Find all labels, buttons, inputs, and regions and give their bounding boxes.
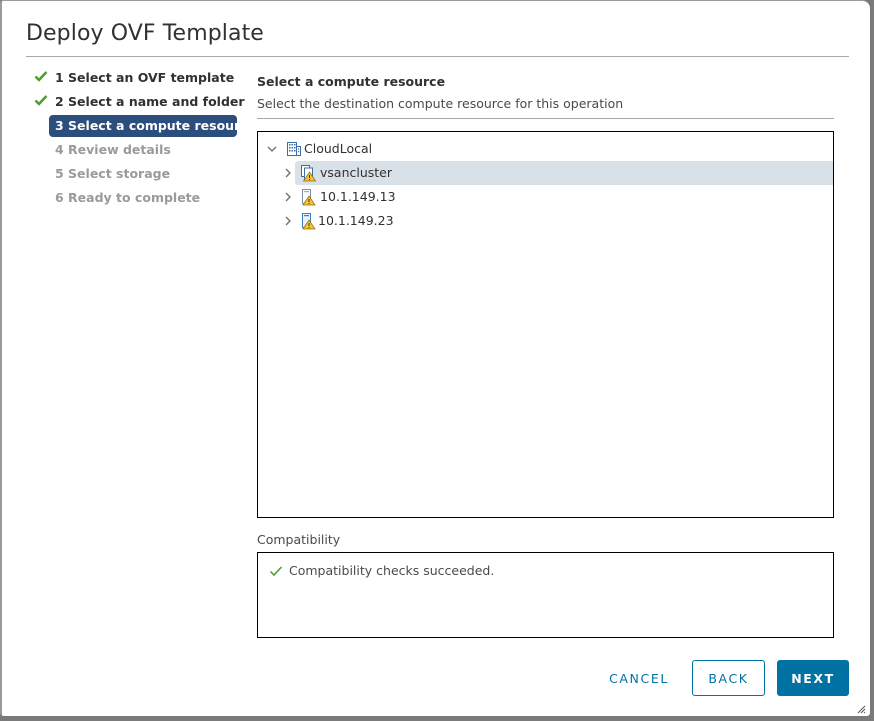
chevron-right-icon[interactable] [283,216,293,226]
dialog-title: Deploy OVF Template [26,21,264,46]
chevron-right-icon[interactable] [283,192,293,202]
tree-node-label: vsancluster [320,165,393,180]
step-label: 6 Ready to complete [55,190,201,205]
checkmark-icon [34,95,48,106]
step-label: 1 Select an OVF template [55,70,235,85]
step-label: 4 Review details [55,142,171,157]
step-2[interactable]: 2 Select a name and folder [30,91,245,113]
compatibility-label: Compatibility [257,532,341,547]
step-1[interactable]: 1 Select an OVF template [30,67,240,89]
cancel-button[interactable]: CANCEL [598,660,680,696]
back-button[interactable]: BACK [692,660,765,696]
title-divider [26,56,849,57]
deploy-ovf-dialog: Deploy OVF Template 1 Select an OVF temp… [0,0,870,716]
tree-node-label: 10.1.149.13 [320,189,396,204]
tree-node-host-23[interactable]: 10.1.149.23 [285,209,595,233]
tree-node-label: CloudLocal [304,141,373,156]
section-subtitle: Select the destination compute resource … [257,96,624,111]
step-6: 6 Ready to complete [30,187,240,209]
step-4: 4 Review details [30,139,240,161]
step-3[interactable]: 3 Select a compute resource [49,115,256,137]
compute-resource-tree: CloudLocal vsancluster 10.1.149.13 10.1.… [257,131,834,518]
compatibility-message: Compatibility checks succeeded. [289,563,495,578]
section-title: Select a compute resource [257,74,446,89]
step-label: 5 Select storage [55,166,171,181]
next-button[interactable]: NEXT [777,660,849,696]
tree-node-label: 10.1.149.23 [318,213,394,228]
tree-node-vsancluster[interactable]: vsancluster [285,161,833,185]
host-warning-icon [302,213,316,230]
tree-node-cloudlocal[interactable]: CloudLocal [262,137,562,161]
compatibility-panel: Compatibility checks succeeded. [257,552,834,638]
step-label: 3 Select a compute resource [55,118,257,133]
step-label: 2 Select a name and folder [55,94,245,109]
datacenter-icon [287,142,301,156]
cluster-warning-icon [301,165,316,182]
success-check-icon [269,566,283,577]
tree-node-host-13[interactable]: 10.1.149.13 [285,185,595,209]
resize-grip-icon[interactable] [856,704,866,714]
step-5: 5 Select storage [30,163,240,185]
checkmark-icon [34,71,48,82]
chevron-right-icon[interactable] [283,168,293,178]
chevron-down-icon[interactable] [267,144,277,154]
section-divider [257,118,834,119]
host-warning-icon [302,189,316,206]
